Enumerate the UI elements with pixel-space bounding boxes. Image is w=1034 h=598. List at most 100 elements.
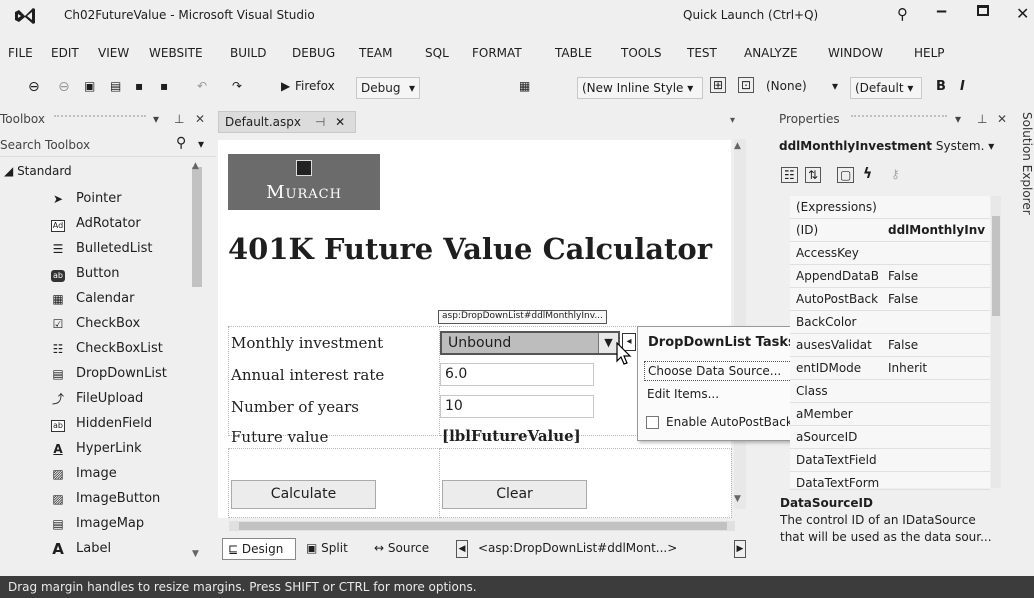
tab-default-aspx[interactable]: Default.aspx ⊣ ✕ [218, 111, 356, 133]
chevron-down-icon[interactable]: ▼ [598, 333, 618, 353]
property-row[interactable]: DataTextField [790, 449, 990, 472]
txt-years[interactable]: 10 [440, 395, 594, 418]
toolbox-item[interactable]: ▨ Image [0, 462, 200, 487]
play-icon[interactable]: ▶ [281, 79, 290, 93]
menu-help[interactable]: HELP [914, 46, 945, 60]
pin-icon[interactable]: ⊥ [174, 112, 184, 126]
alphabetical-icon[interactable]: ⇅ [805, 167, 822, 183]
toolbox-item[interactable]: ☷ CheckBoxList [0, 337, 200, 362]
tab-source[interactable]: ↔ Source [374, 541, 429, 555]
properties-icon[interactable]: ▢ [837, 167, 855, 183]
toolbox-item[interactable]: ab Button [0, 262, 200, 287]
redo-icon[interactable]: ↷ [232, 79, 242, 93]
properties-scrollbar[interactable] [991, 196, 1001, 488]
clear-button[interactable]: Clear [442, 480, 587, 509]
property-row[interactable]: AppendDataB False [790, 265, 990, 288]
chevron-down-icon[interactable]: ▾ [832, 79, 838, 93]
forward-icon[interactable]: ⊖ [58, 79, 70, 95]
chevron-down-icon[interactable]: ▾ [153, 112, 159, 126]
toolbox-item[interactable]: ▤ ImageMap [0, 512, 200, 537]
property-row[interactable]: DataTextForm [790, 472, 990, 490]
toolbox-item[interactable]: ▤ DropDownList [0, 362, 200, 387]
tag-path[interactable]: <asp:DropDownList#ddlMont...> [478, 541, 677, 555]
property-row[interactable]: (ID) ddlMonthlyInv [790, 219, 990, 242]
menu-sql[interactable]: SQL [425, 46, 449, 60]
menu-tools[interactable]: TOOLS [621, 46, 662, 60]
events-icon[interactable]: ϟ [863, 166, 872, 182]
toolbox-item[interactable]: ☑ CheckBox [0, 312, 200, 337]
toolbox-item[interactable]: ▦ Calendar [0, 287, 200, 312]
menu-table[interactable]: TABLE [555, 46, 592, 60]
find-icon[interactable]: ▦ [519, 79, 530, 93]
property-row[interactable]: AutoPostBack False [790, 288, 990, 311]
tab-design[interactable]: ⊑ Design [222, 538, 296, 560]
calculate-button[interactable]: Calculate [231, 480, 376, 509]
menu-format[interactable]: FORMAT [472, 46, 522, 60]
close-icon[interactable]: ✕ [1016, 4, 1029, 23]
menu-view[interactable]: VIEW [98, 46, 129, 60]
back-icon[interactable]: ⊖ [28, 79, 40, 95]
property-row[interactable]: AccessKey [790, 242, 990, 265]
property-row[interactable]: Class [790, 380, 990, 403]
toolbox-item[interactable]: A HyperLink [0, 437, 200, 462]
scroll-up-icon[interactable]: ▲ [734, 141, 741, 151]
undo-icon[interactable]: ↶ [197, 79, 207, 93]
txt-interest-rate[interactable]: 6.0 [440, 363, 594, 386]
drag-grip[interactable] [54, 115, 146, 121]
menu-analyze[interactable]: ANALYZE [744, 46, 798, 60]
menu-file[interactable]: FILE [8, 46, 33, 60]
minimize-icon[interactable]: ‒ [936, 1, 947, 20]
style-select[interactable]: (New Inline Style ▾ [577, 77, 703, 99]
property-value[interactable]: ddlMonthlyInv [888, 223, 988, 237]
ddl-monthly-investment[interactable]: Unbound ▼ [440, 331, 620, 355]
config-select[interactable]: Debug ▾ [356, 77, 420, 99]
property-row[interactable]: BackColor [790, 311, 990, 334]
close-icon[interactable]: ✕ [195, 112, 205, 126]
scroll-down-icon[interactable]: ▼ [734, 494, 741, 504]
save-all-icon[interactable]: ▪ [160, 79, 168, 93]
chevron-down-icon[interactable]: ▾ [955, 112, 961, 126]
menu-team[interactable]: TEAM [359, 46, 392, 60]
chevron-down-icon[interactable]: ▾ [198, 137, 204, 151]
toolbox-item[interactable]: Ad AdRotator [0, 212, 200, 237]
toolbox-item[interactable]: A Label [0, 537, 200, 562]
menu-website[interactable]: WEBSITE [149, 46, 203, 60]
browser-select[interactable]: Firefox [295, 79, 335, 93]
tag-next-icon[interactable]: ▶ [734, 540, 746, 558]
property-value[interactable]: Inherit [888, 361, 988, 375]
property-row[interactable]: (Expressions) [790, 196, 990, 219]
menu-debug[interactable]: DEBUG [292, 46, 335, 60]
font-select[interactable]: (Default ▾ [850, 77, 922, 99]
toolbox-item[interactable]: ab HiddenField [0, 412, 200, 437]
toolbox-search-input[interactable]: Search Toolbox [0, 138, 90, 152]
drag-grip[interactable] [851, 115, 947, 121]
property-value[interactable]: False [888, 269, 988, 283]
close-icon[interactable]: ✕ [335, 115, 345, 129]
target-select[interactable]: (None) [766, 79, 807, 93]
toolbox-group-standard[interactable]: ◢ Standard [4, 164, 72, 178]
save-icon[interactable]: ▪ [135, 79, 143, 93]
layout-icon[interactable]: ⊡ [738, 77, 755, 93]
choose-data-source-link[interactable]: Choose Data Source... [644, 361, 792, 381]
toolbox-item[interactable]: ⤴ FileUpload [0, 387, 200, 412]
tab-split[interactable]: ▣ Split [306, 541, 348, 555]
autopostback-checkbox[interactable] [646, 416, 659, 429]
chevron-down-icon[interactable]: ▾ [730, 115, 735, 126]
maximize-icon[interactable] [977, 5, 989, 16]
scroll-up-icon[interactable]: ▲ [192, 161, 199, 171]
menu-edit[interactable]: EDIT [51, 46, 79, 60]
horizontal-scrollbar[interactable] [229, 521, 735, 531]
search-icon[interactable]: ⚲ [897, 5, 908, 23]
italic-button[interactable]: I [960, 79, 965, 94]
editor-scrollbar[interactable] [734, 139, 746, 509]
menu-window[interactable]: WINDOW [828, 46, 883, 60]
search-icon[interactable]: ⚲ [176, 135, 186, 151]
style-toggle-icon[interactable]: ⊞ [710, 77, 727, 93]
property-row[interactable]: aMember [790, 403, 990, 426]
open-file-icon[interactable]: ▤ [110, 79, 121, 93]
tag-prev-icon[interactable]: ◀ [456, 540, 468, 558]
menu-test[interactable]: TEST [687, 46, 717, 60]
edit-items-link[interactable]: Edit Items... [647, 387, 719, 401]
property-row[interactable]: ausesValidat False [790, 334, 990, 357]
property-pages-icon[interactable]: ⚷ [891, 167, 900, 181]
